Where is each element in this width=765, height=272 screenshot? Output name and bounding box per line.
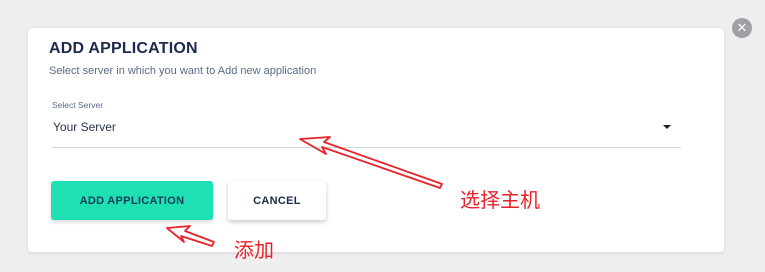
annotation-add: 添加 — [234, 238, 274, 262]
annotation-arrows — [166, 136, 443, 247]
annotation-select-server: 选择主机 — [460, 188, 540, 212]
red-arrow-annotation — [299, 136, 443, 189]
red-arrow-annotation — [166, 225, 215, 247]
